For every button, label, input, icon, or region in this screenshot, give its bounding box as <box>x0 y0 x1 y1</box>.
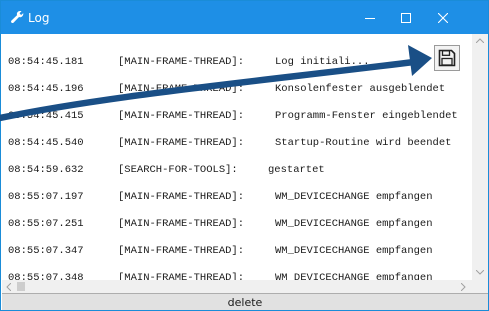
maximize-button[interactable] <box>387 1 424 34</box>
log-thread: [MAIN-FRAME-THREAD]: <box>118 218 245 230</box>
log-thread: [MAIN-FRAME-THREAD]: <box>118 272 245 280</box>
close-button[interactable] <box>424 1 461 34</box>
log-thread: [MAIN-FRAME-THREAD]: <box>118 137 245 149</box>
log-message: Log initiali... <box>275 56 370 68</box>
log-message: WM_DEVICECHANGE empfangen <box>275 272 433 280</box>
log-row[interactable]: 08:54:45.540 [MAIN-FRAME-THREAD]: Startup-… <box>2 135 472 151</box>
log-timestamp: 08:54:59.632 <box>8 164 84 176</box>
log-message: gestartet <box>268 164 325 176</box>
log-message: Konsolenfester ausgeblendet <box>275 83 446 95</box>
log-message: WM_DEVICECHANGE empfangen <box>275 218 433 230</box>
close-icon <box>437 12 448 23</box>
log-list[interactable]: 08:54:45.181 [MAIN-FRAME-THREAD]: Log init… <box>2 34 472 280</box>
log-timestamp: 08:55:07.197 <box>8 191 84 203</box>
title-bar[interactable]: Log <box>1 1 488 34</box>
log-timestamp: 08:55:07.251 <box>8 218 84 230</box>
log-thread: [MAIN-FRAME-THREAD]: <box>118 245 245 257</box>
log-row[interactable]: 08:55:07.197 [MAIN-FRAME-THREAD]: WM_DEVIC… <box>2 189 472 205</box>
scroll-right-icon[interactable] <box>461 283 466 291</box>
log-thread: [MAIN-FRAME-THREAD]: <box>118 56 245 68</box>
log-row[interactable]: 08:54:59.632 [SEARCH-FOR-TOOLS]: gestartet <box>2 162 472 178</box>
scroll-up-icon[interactable] <box>476 38 484 43</box>
scroll-left-icon[interactable] <box>6 283 11 291</box>
log-timestamp: 08:54:45.181 <box>8 56 84 68</box>
log-row[interactable]: 08:54:45.181 [MAIN-FRAME-THREAD]: Log init… <box>2 54 472 70</box>
floppy-disk-icon <box>438 49 456 67</box>
log-timestamp: 08:54:45.415 <box>8 110 84 122</box>
log-message: WM_DEVICECHANGE empfangen <box>275 245 433 257</box>
window-title: Log <box>28 11 50 25</box>
save-button[interactable] <box>434 45 460 71</box>
horizontal-scroll-thumb[interactable] <box>17 282 25 291</box>
log-row[interactable]: 08:54:45.415 [MAIN-FRAME-THREAD]: Programm… <box>2 108 472 124</box>
scroll-down-icon[interactable] <box>476 270 484 275</box>
log-thread: [SEARCH-FOR-TOOLS]: <box>118 164 238 176</box>
log-row[interactable]: 08:55:07.348 [MAIN-FRAME-THREAD]: WM_DEVIC… <box>2 270 472 280</box>
log-thread: [MAIN-FRAME-THREAD]: <box>118 110 245 122</box>
log-message: Startup-Routine wird beendet <box>275 137 452 149</box>
log-timestamp: 08:54:45.540 <box>8 137 84 149</box>
log-row[interactable]: 08:55:07.347 [MAIN-FRAME-THREAD]: WM_DEVIC… <box>2 243 472 259</box>
minimize-button[interactable] <box>351 1 388 34</box>
maximize-icon <box>400 12 411 23</box>
log-timestamp: 08:55:07.348 <box>8 272 84 280</box>
log-message: WM_DEVICECHANGE empfangen <box>275 191 433 203</box>
log-message: Programm-Fenster eingeblendet <box>275 110 458 122</box>
wrench-icon <box>11 11 24 24</box>
log-timestamp: 08:54:45.196 <box>8 83 84 95</box>
log-thread: [MAIN-FRAME-THREAD]: <box>118 191 245 203</box>
log-row[interactable]: 08:54:45.196 [MAIN-FRAME-THREAD]: Konsolen… <box>2 81 472 97</box>
log-timestamp: 08:55:07.347 <box>8 245 84 257</box>
minimize-icon <box>364 17 375 19</box>
log-row[interactable]: 08:55:07.251 [MAIN-FRAME-THREAD]: WM_DEVIC… <box>2 216 472 232</box>
vertical-scrollbar[interactable] <box>472 34 488 280</box>
scrollbar-corner <box>472 280 488 293</box>
horizontal-scrollbar[interactable] <box>2 280 472 293</box>
log-thread: [MAIN-FRAME-THREAD]: <box>118 83 245 95</box>
log-window: Log 08:54:45.181 [MAIN-FRAME-THREAD]: Log … <box>0 0 489 311</box>
delete-button[interactable]: delete <box>2 293 488 310</box>
